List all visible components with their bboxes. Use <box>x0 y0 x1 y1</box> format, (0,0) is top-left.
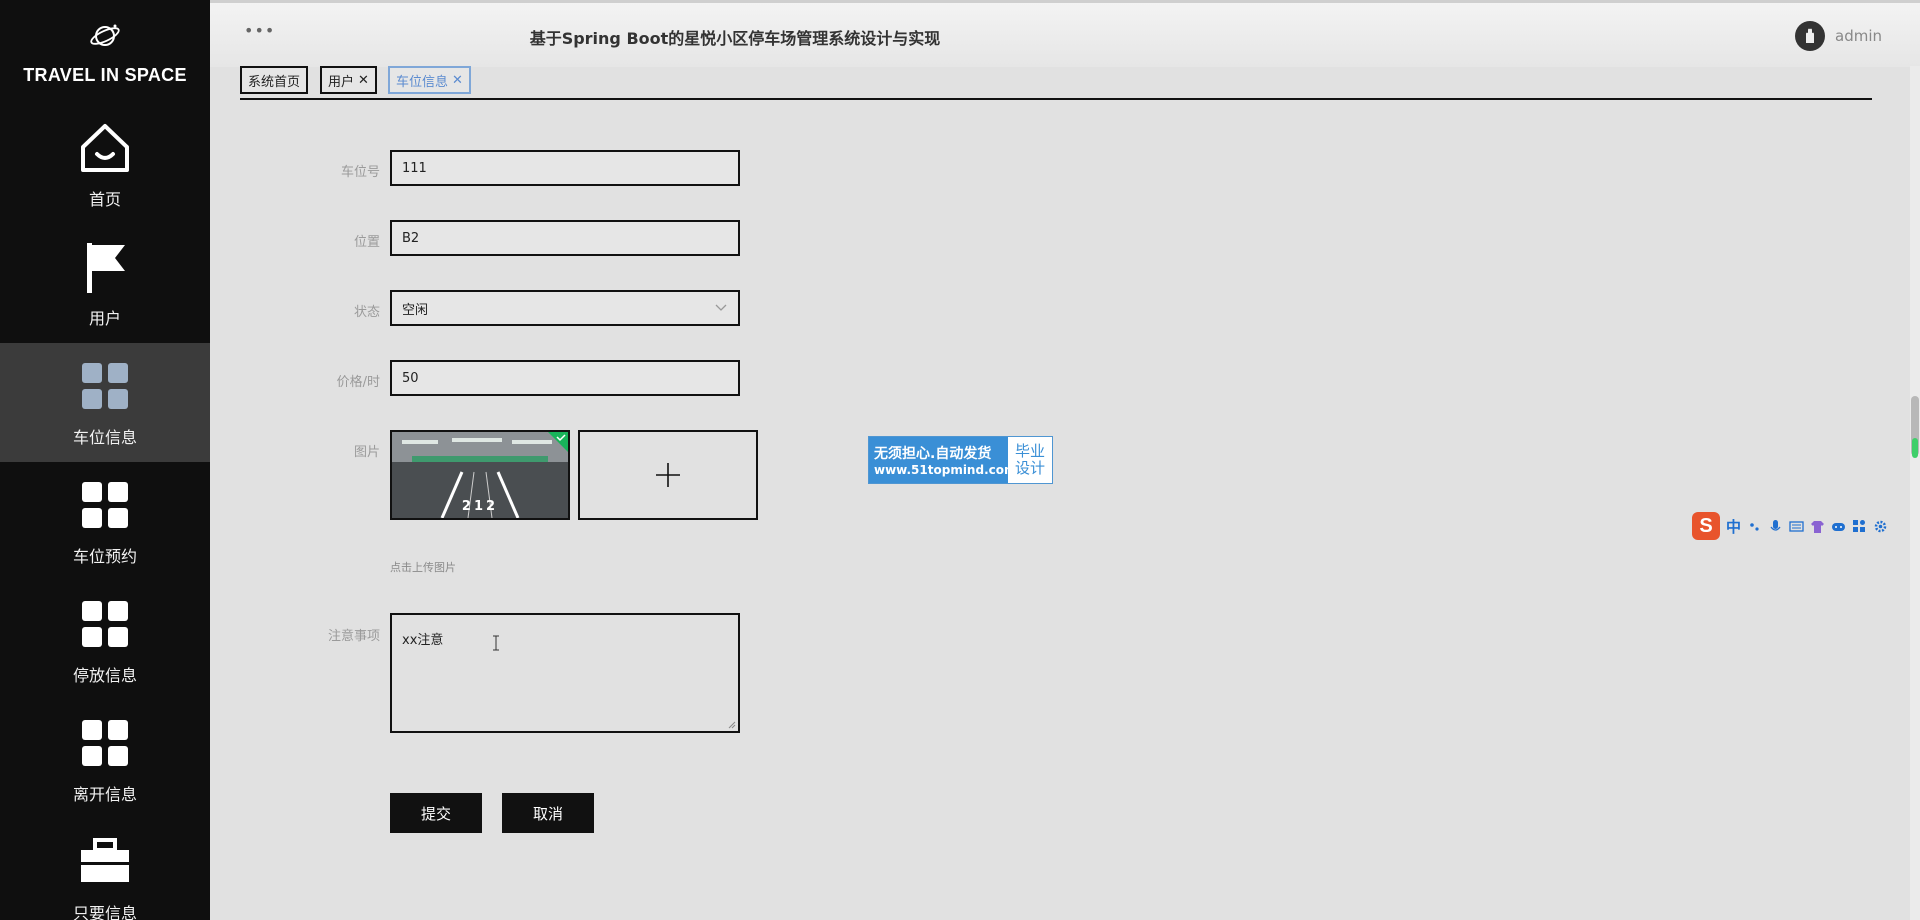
brand: TRAVEL IN SPACE <box>0 0 210 105</box>
ime-toolbar: S 中 <box>1692 512 1920 540</box>
sidebar-item-label: 车位预约 <box>72 546 137 566</box>
uploaded-image-thumbnail[interactable]: 212 <box>390 430 570 520</box>
notes-textarea[interactable]: xx注意 <box>390 613 740 733</box>
tab-bar: 系统首页 用户 ✕ 车位信息 ✕ <box>240 66 1872 100</box>
tab-label: 用户 <box>328 74 355 90</box>
planet-logo-icon <box>88 19 122 57</box>
watermark-right1: 毕业 <box>1014 442 1045 460</box>
spot-number-value: 111 <box>402 160 427 176</box>
status-select[interactable]: 空闲 <box>390 290 740 326</box>
ime-mode-toggle[interactable]: 中 <box>1726 516 1741 537</box>
scroll-indicator <box>1912 438 1918 458</box>
punctuation-icon[interactable] <box>1747 519 1762 534</box>
sidebar-item-label: 离开信息 <box>72 784 137 804</box>
close-icon[interactable]: ✕ <box>452 73 463 88</box>
flag-icon <box>77 239 133 295</box>
username: admin <box>1835 27 1882 45</box>
price-value: 50 <box>402 370 419 386</box>
sidebar-item-reservations[interactable]: 车位预约 <box>0 462 210 581</box>
watermark-badge: 无须担心.自动发货 www.51topmind.com 毕业 设计 <box>868 436 1053 484</box>
grid-icon <box>77 596 133 652</box>
image-label: 图片 <box>353 445 380 460</box>
notes-value: xx注意 <box>402 633 444 648</box>
sidebar-item-label: 停放信息 <box>72 665 137 685</box>
game-controller-icon[interactable] <box>1831 519 1846 534</box>
sogou-logo-icon[interactable]: S <box>1692 512 1720 540</box>
toolbox-icon[interactable] <box>1852 519 1867 534</box>
location-value: B2 <box>402 230 420 246</box>
location-input[interactable]: B2 <box>390 220 740 256</box>
grid-icon <box>77 358 133 414</box>
keyboard-icon[interactable] <box>1789 519 1804 534</box>
spot-number-label: 车位号 <box>340 165 380 180</box>
sidebar-item-label: 车位信息 <box>72 427 137 447</box>
plus-icon <box>656 463 680 487</box>
microphone-icon[interactable] <box>1768 519 1783 534</box>
sidebar-item-label: 用户 <box>88 308 121 328</box>
home-icon <box>77 120 133 176</box>
tab-label: 车位信息 <box>396 74 449 90</box>
user-menu[interactable]: admin <box>1795 21 1882 51</box>
spot-number-input[interactable]: 111 <box>390 150 740 186</box>
parking-garage-image: 212 <box>392 432 568 518</box>
sidebar: TRAVEL IN SPACE 首页 用户 车位信息 车位预约 停放信息 离开信… <box>0 0 210 920</box>
status-label: 状态 <box>353 305 380 320</box>
grid-icon <box>77 477 133 533</box>
close-icon[interactable]: ✕ <box>358 73 369 88</box>
avatar <box>1795 21 1825 51</box>
thumbnail-text: 212 <box>462 499 498 514</box>
cancel-button[interactable]: 取消 <box>502 793 594 833</box>
sidebar-item-more[interactable]: 只要信息 <box>0 819 210 920</box>
add-image-button[interactable] <box>578 430 758 520</box>
location-label: 位置 <box>353 235 380 250</box>
sidebar-item-home[interactable]: 首页 <box>0 105 210 224</box>
sidebar-item-label: 只要信息 <box>72 903 137 920</box>
sidebar-item-parked[interactable]: 停放信息 <box>0 581 210 700</box>
grid-icon <box>77 715 133 771</box>
price-label: 价格/时 <box>336 375 380 390</box>
brand-title: TRAVEL IN SPACE <box>23 65 187 85</box>
skin-shirt-icon[interactable] <box>1810 519 1825 534</box>
notes-label: 注意事项 <box>327 629 380 644</box>
watermark-right2: 设计 <box>1014 459 1045 477</box>
tab-system-home[interactable]: 系统首页 <box>240 66 309 94</box>
gear-icon[interactable] <box>1873 519 1888 534</box>
sidebar-item-departures[interactable]: 离开信息 <box>0 700 210 819</box>
tab-users[interactable]: 用户 ✕ <box>320 66 377 94</box>
briefcase-icon <box>77 834 133 890</box>
sidebar-item-parking-spots[interactable]: 车位信息 <box>0 343 210 462</box>
watermark-line1: 无须担心.自动发货 <box>874 446 992 462</box>
price-input[interactable]: 50 <box>390 360 740 396</box>
status-value: 空闲 <box>402 302 429 318</box>
tab-label: 系统首页 <box>248 74 301 90</box>
sidebar-item-label: 首页 <box>88 189 121 209</box>
submit-button[interactable]: 提交 <box>390 793 482 833</box>
sidebar-item-users[interactable]: 用户 <box>0 224 210 343</box>
text-cursor-icon <box>493 635 499 651</box>
page-title: 基于Spring Boot的星悦小区停车场管理系统设计与实现 <box>529 29 941 48</box>
chevron-down-icon <box>714 301 728 319</box>
resize-handle-icon[interactable] <box>727 720 736 729</box>
tab-parking-spots[interactable]: 车位信息 ✕ <box>388 66 471 94</box>
upload-hint: 点击上传图片 <box>390 561 456 574</box>
watermark-line2: www.51topmind.com <box>874 463 1017 477</box>
page-scrollbar[interactable] <box>1910 66 1920 920</box>
top-header: ••• 基于Spring Boot的星悦小区停车场管理系统设计与实现 admin <box>210 0 1920 67</box>
